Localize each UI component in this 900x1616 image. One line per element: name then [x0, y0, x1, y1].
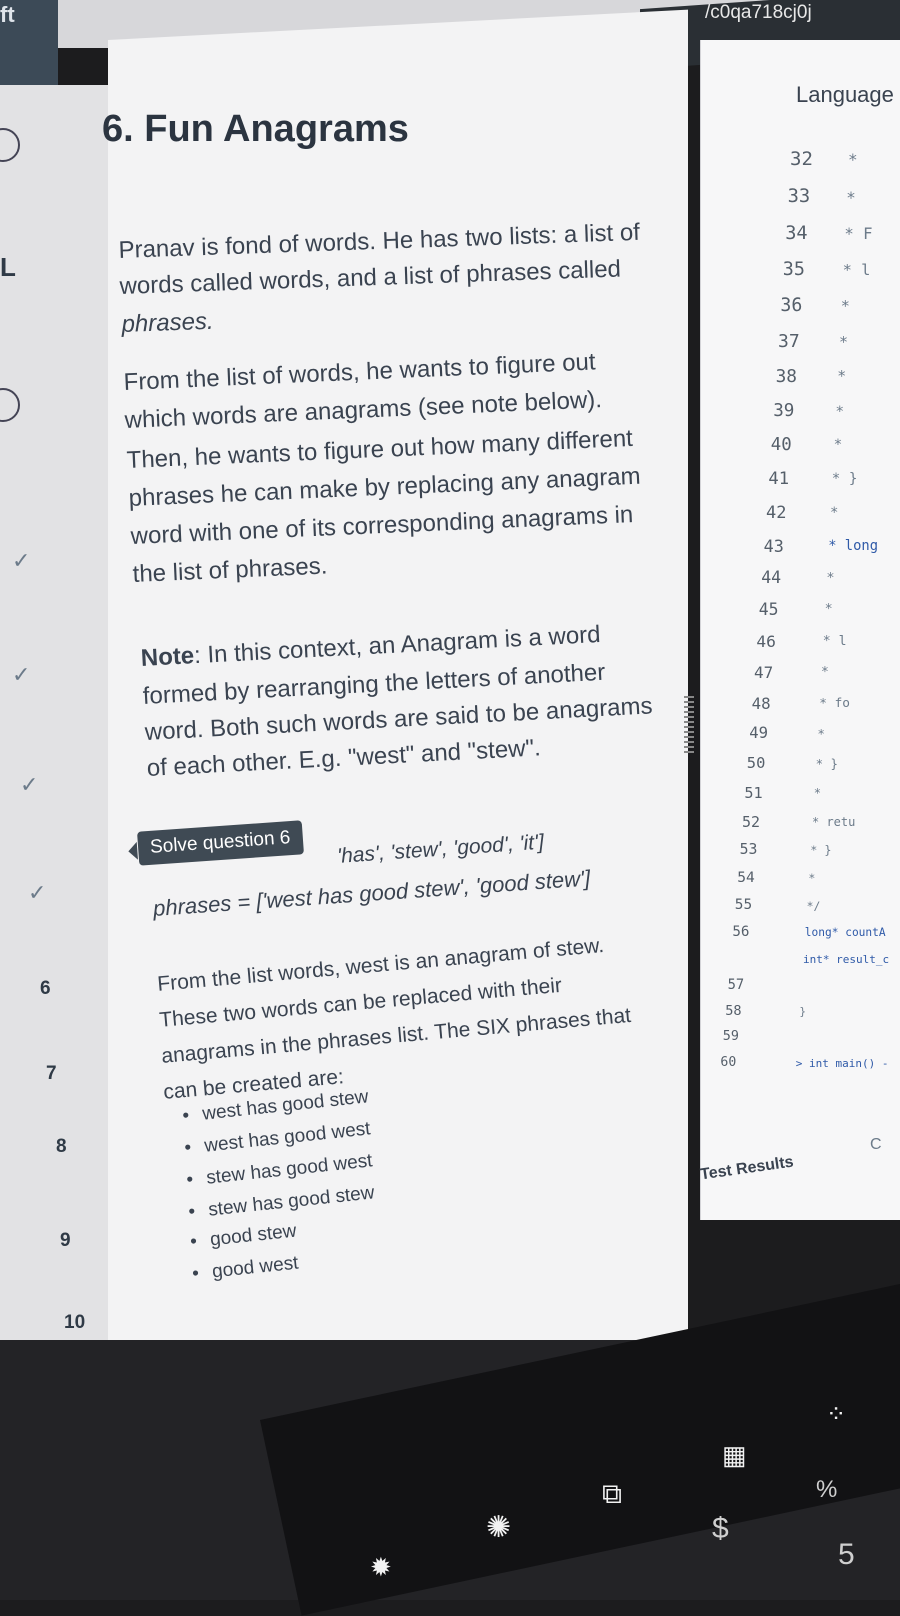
code-line[interactable]: *: [834, 437, 843, 453]
line-number: 40: [770, 435, 792, 456]
browser-url[interactable]: /c0qa718cj0j: [705, 2, 812, 24]
code-line[interactable]: *: [835, 403, 844, 420]
line-number: 44: [761, 568, 782, 588]
line-number: 33: [787, 185, 811, 207]
percent-key[interactable]: %: [816, 1476, 837, 1504]
code-line[interactable]: *: [821, 665, 829, 680]
code-line[interactable]: *: [841, 297, 850, 315]
code-line[interactable]: * l: [843, 261, 871, 279]
line-number: 57: [727, 976, 745, 993]
code-line[interactable]: *: [830, 505, 838, 521]
brightness-down-icon: ✹: [370, 1552, 392, 1582]
line-number: 41: [768, 469, 790, 490]
line-number: 46: [756, 632, 776, 652]
question-sidebar: [0, 85, 113, 1415]
line-number: 43: [763, 535, 784, 556]
check-icon: ✓: [20, 772, 39, 797]
language-selector[interactable]: Language: [796, 82, 894, 108]
line-number: 56: [732, 923, 750, 940]
code-line[interactable]: *: [808, 871, 815, 885]
check-icon: ✓: [12, 662, 31, 687]
line-number: 52: [742, 812, 761, 831]
code-line[interactable]: * l: [823, 634, 847, 649]
line-number: 38: [775, 366, 798, 388]
brightness-up-icon: ✺: [486, 1511, 512, 1544]
editor-corner-letter: C: [870, 1136, 882, 1153]
code-line[interactable]: > int main() -: [796, 1057, 889, 1070]
code-line[interactable]: *: [839, 333, 848, 351]
line-number: 58: [725, 1002, 742, 1019]
browser-tab[interactable]: ft: [0, 0, 58, 85]
line-number: 55: [734, 896, 753, 913]
code-line[interactable]: int* result_c: [803, 953, 889, 966]
code-line[interactable]: * long: [828, 538, 878, 554]
line-number: 50: [746, 754, 766, 773]
five-key[interactable]: 5: [838, 1538, 855, 1572]
note-label: Note: [140, 642, 195, 672]
nav-number: 9: [60, 1230, 71, 1251]
nav-number: 6: [40, 978, 51, 999]
panel-resize-handle[interactable]: [684, 696, 694, 756]
line-number: 51: [744, 783, 763, 802]
code-line[interactable]: * }: [816, 756, 838, 771]
nav-number: 7: [46, 1063, 57, 1084]
code-line[interactable]: * }: [810, 843, 831, 857]
code-line[interactable]: *: [825, 602, 833, 617]
line-number: 48: [751, 694, 771, 713]
browser-tab-label: ft: [0, 2, 15, 27]
line-number: 47: [754, 663, 774, 683]
dollar-key[interactable]: $: [712, 1512, 729, 1546]
code-line[interactable]: * }: [832, 471, 858, 487]
code-line[interactable]: *: [814, 786, 821, 800]
nav-partial-letter: L: [0, 252, 16, 282]
check-icon: ✓: [28, 880, 47, 905]
nav-number: 10: [64, 1312, 86, 1333]
code-line[interactable]: *: [817, 726, 825, 741]
line-number: 53: [739, 841, 758, 858]
line-number: 35: [782, 259, 805, 281]
intro-line: phrases.: [121, 307, 215, 338]
code-line[interactable]: *: [837, 368, 846, 385]
question-title: 6. Fun Anagrams: [102, 108, 409, 150]
line-number: 34: [785, 222, 808, 244]
code-line[interactable]: * fo: [819, 696, 850, 711]
check-icon: ✓: [12, 548, 31, 573]
code-line[interactable]: *: [848, 150, 858, 169]
mission-control-icon: ⧉: [602, 1478, 622, 1509]
code-line[interactable]: }: [799, 1005, 806, 1018]
code-line[interactable]: *: [846, 188, 856, 207]
launchpad-icon: ▦: [722, 1440, 747, 1470]
keyboard-brightness-icon: ⁘: [826, 1401, 847, 1428]
line-number: 42: [766, 502, 787, 523]
line-number: 60: [720, 1054, 737, 1070]
line-number: 54: [737, 869, 755, 887]
line-number: 32: [790, 148, 813, 170]
code-line[interactable]: * F: [844, 225, 872, 243]
code-line[interactable]: *: [826, 570, 834, 586]
code-line[interactable]: */: [807, 899, 821, 913]
line-number: 39: [773, 401, 795, 422]
line-number: 59: [722, 1028, 739, 1044]
code-line[interactable]: long* countA: [805, 926, 886, 939]
tooltip-label: Solve question 6: [149, 827, 292, 858]
line-number: 49: [749, 724, 768, 743]
nav-number: 8: [56, 1136, 67, 1157]
line-number: 36: [780, 295, 803, 317]
line-number: 37: [778, 331, 800, 352]
line-number: 45: [758, 600, 779, 620]
code-line[interactable]: * retu: [812, 815, 855, 829]
